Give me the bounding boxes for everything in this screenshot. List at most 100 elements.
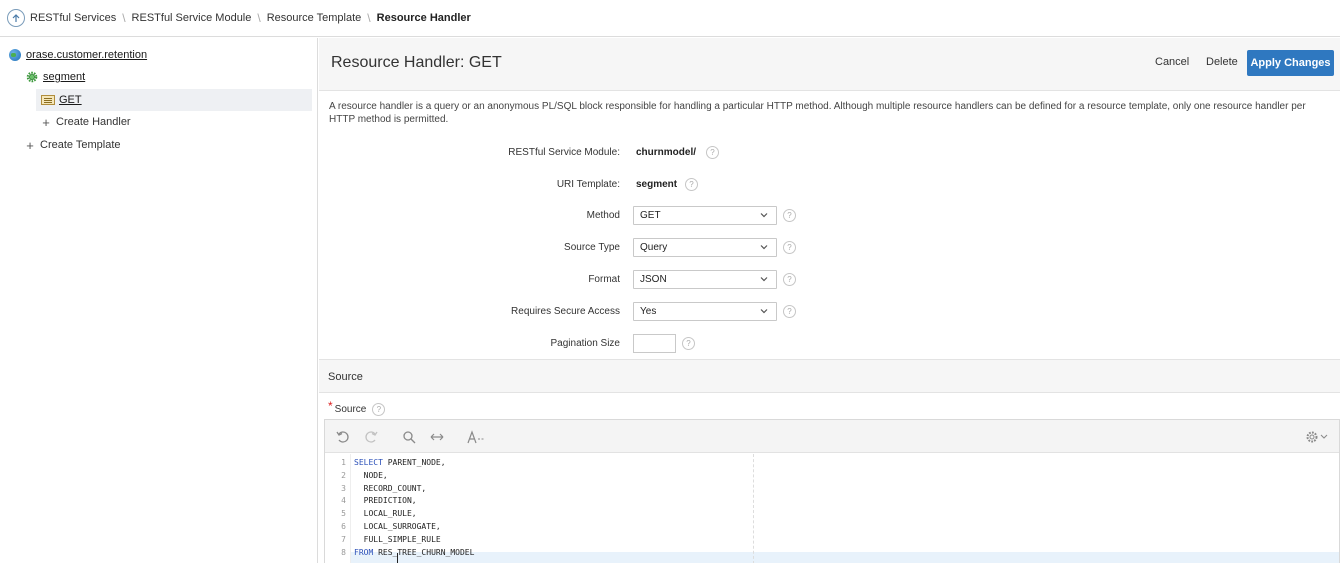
breadcrumb-separator: \ [257, 11, 261, 25]
sql-keyword: SELECT [354, 458, 383, 467]
code-line[interactable]: FROM RES_TREE_CHURN_MODEL [354, 548, 474, 557]
description: A resource handler is a query or an anon… [329, 101, 1306, 125]
create-handler-label[interactable]: Create Handler [56, 116, 131, 128]
method-select-value: GET [640, 209, 661, 221]
form-row-method: Method GET ? [319, 205, 1340, 225]
help-icon[interactable]: ? [685, 177, 698, 191]
line-number: 3 [341, 484, 346, 493]
handler-icon [41, 95, 55, 105]
form-row-format: Format JSON ? [319, 269, 1340, 289]
code-line[interactable]: RECORD_COUNT, [354, 484, 427, 493]
chevron-down-icon [760, 308, 768, 313]
form-row-pagination: Pagination Size ? [319, 333, 1340, 353]
tree-item-template-label[interactable]: segment [43, 71, 85, 83]
create-template-label[interactable]: Create Template [40, 139, 121, 151]
delete-button[interactable]: Delete [1206, 56, 1238, 68]
line-number: 2 [341, 471, 346, 480]
tree-item-module[interactable]: orase.customer.retention [9, 44, 147, 66]
main-panel: Resource Handler: GET Cancel Delete Appl… [319, 38, 1340, 563]
line-number: 6 [341, 522, 346, 531]
tree-item-module-label[interactable]: orase.customer.retention [26, 49, 147, 61]
secure-label: Requires Secure Access [511, 305, 620, 317]
source-type-label: Source Type [564, 241, 620, 253]
plus-icon: + [26, 137, 34, 153]
breadcrumb-restful-services[interactable]: RESTful Services [30, 12, 116, 24]
line-number: 1 [341, 458, 346, 467]
undo-icon[interactable] [336, 430, 350, 444]
sql-keyword: FROM [354, 548, 374, 557]
text-cursor [397, 553, 398, 563]
chevron-down-icon [760, 212, 768, 217]
source-type-select-value: Query [640, 241, 668, 253]
source-region-title: Source [328, 371, 363, 383]
method-select[interactable]: GET [633, 205, 777, 225]
help-icon[interactable]: ? [372, 402, 386, 416]
navigation-tree: orase.customer.retention segment GET + C… [0, 38, 318, 563]
required-indicator: * [328, 399, 333, 413]
source-field-label-row: * Source ? [328, 399, 386, 417]
active-line-highlight [325, 552, 1339, 563]
breadcrumb-resource-template[interactable]: Resource Template [267, 12, 362, 24]
code-line[interactable]: SELECT PARENT_NODE, [354, 458, 446, 467]
form-row-secure: Requires Secure Access Yes ? [319, 301, 1340, 321]
code-text: RES_TREE_CHURN_MODEL [373, 548, 475, 557]
template-gear-icon [26, 71, 38, 83]
pagination-size-input[interactable] [633, 333, 676, 353]
method-label: Method [586, 209, 620, 221]
pagination-label: Pagination Size [550, 337, 621, 349]
secure-select[interactable]: Yes [633, 301, 777, 321]
form-row-source-type: Source Type Query ? [319, 237, 1340, 257]
line-number: 4 [341, 496, 346, 505]
settings-gear-icon[interactable] [1305, 430, 1329, 444]
font-size-icon[interactable] [467, 430, 485, 444]
source-region-header: Source [319, 359, 1340, 393]
up-arrow-icon[interactable] [7, 9, 25, 27]
line-number: 8 [341, 548, 346, 557]
tree-item-handler[interactable]: GET [36, 89, 312, 111]
code-line[interactable]: NODE, [354, 471, 388, 480]
uri-value: segment [636, 178, 678, 190]
plus-icon: + [42, 114, 50, 130]
tree-item-template[interactable]: segment [26, 66, 85, 88]
chevron-down-icon [760, 276, 768, 281]
help-icon[interactable]: ? [783, 240, 796, 254]
code-line[interactable]: LOCAL_RULE, [354, 509, 417, 518]
print-margin [753, 454, 754, 563]
help-icon[interactable]: ? [783, 304, 796, 318]
breadcrumb-separator: \ [122, 11, 126, 25]
cancel-button[interactable]: Cancel [1155, 56, 1189, 68]
help-icon[interactable]: ? [783, 272, 796, 286]
module-value: churnmodel/ [636, 146, 697, 158]
create-handler-link[interactable]: + Create Handler [42, 111, 131, 133]
format-select[interactable]: JSON [633, 269, 777, 289]
code-line[interactable]: LOCAL_SURROGATE, [354, 522, 441, 531]
replace-icon[interactable] [430, 430, 444, 444]
source-type-select[interactable]: Query [633, 237, 777, 257]
help-icon[interactable]: ? [783, 208, 796, 222]
form-row-module: RESTful Service Module: churnmodel/ ? [319, 142, 1340, 162]
uri-label: URI Template: [556, 178, 620, 190]
format-label: Format [588, 273, 620, 285]
create-template-link[interactable]: + Create Template [26, 134, 121, 156]
breadcrumb-current: Resource Handler [376, 12, 471, 24]
tree-item-handler-label[interactable]: GET [59, 94, 82, 106]
format-select-value: JSON [640, 273, 667, 285]
search-icon[interactable] [402, 430, 416, 444]
line-number: 5 [341, 509, 346, 518]
help-icon[interactable]: ? [706, 145, 719, 159]
source-field-label: Source [334, 403, 367, 415]
redo-icon[interactable] [364, 430, 378, 444]
code-text: PARENT_NODE, [382, 458, 446, 467]
help-icon[interactable]: ? [682, 336, 695, 350]
secure-select-value: Yes [640, 305, 657, 317]
editor-toolbar [325, 420, 1339, 453]
code-editor[interactable]: 1 2 3 4 5 6 7 8 SELECT PARENT_NODE, NODE… [324, 419, 1340, 563]
form-row-uri: URI Template: segment ? [319, 174, 1340, 194]
page-title: Resource Handler: GET [331, 54, 502, 71]
code-line[interactable]: FULL_SIMPLE_RULE [354, 535, 441, 544]
chevron-down-icon [760, 244, 768, 249]
apply-changes-button[interactable]: Apply Changes [1247, 50, 1334, 76]
code-line[interactable]: PREDICTION, [354, 496, 417, 505]
globe-icon [9, 49, 21, 61]
breadcrumb-service-module[interactable]: RESTful Service Module [132, 12, 252, 24]
